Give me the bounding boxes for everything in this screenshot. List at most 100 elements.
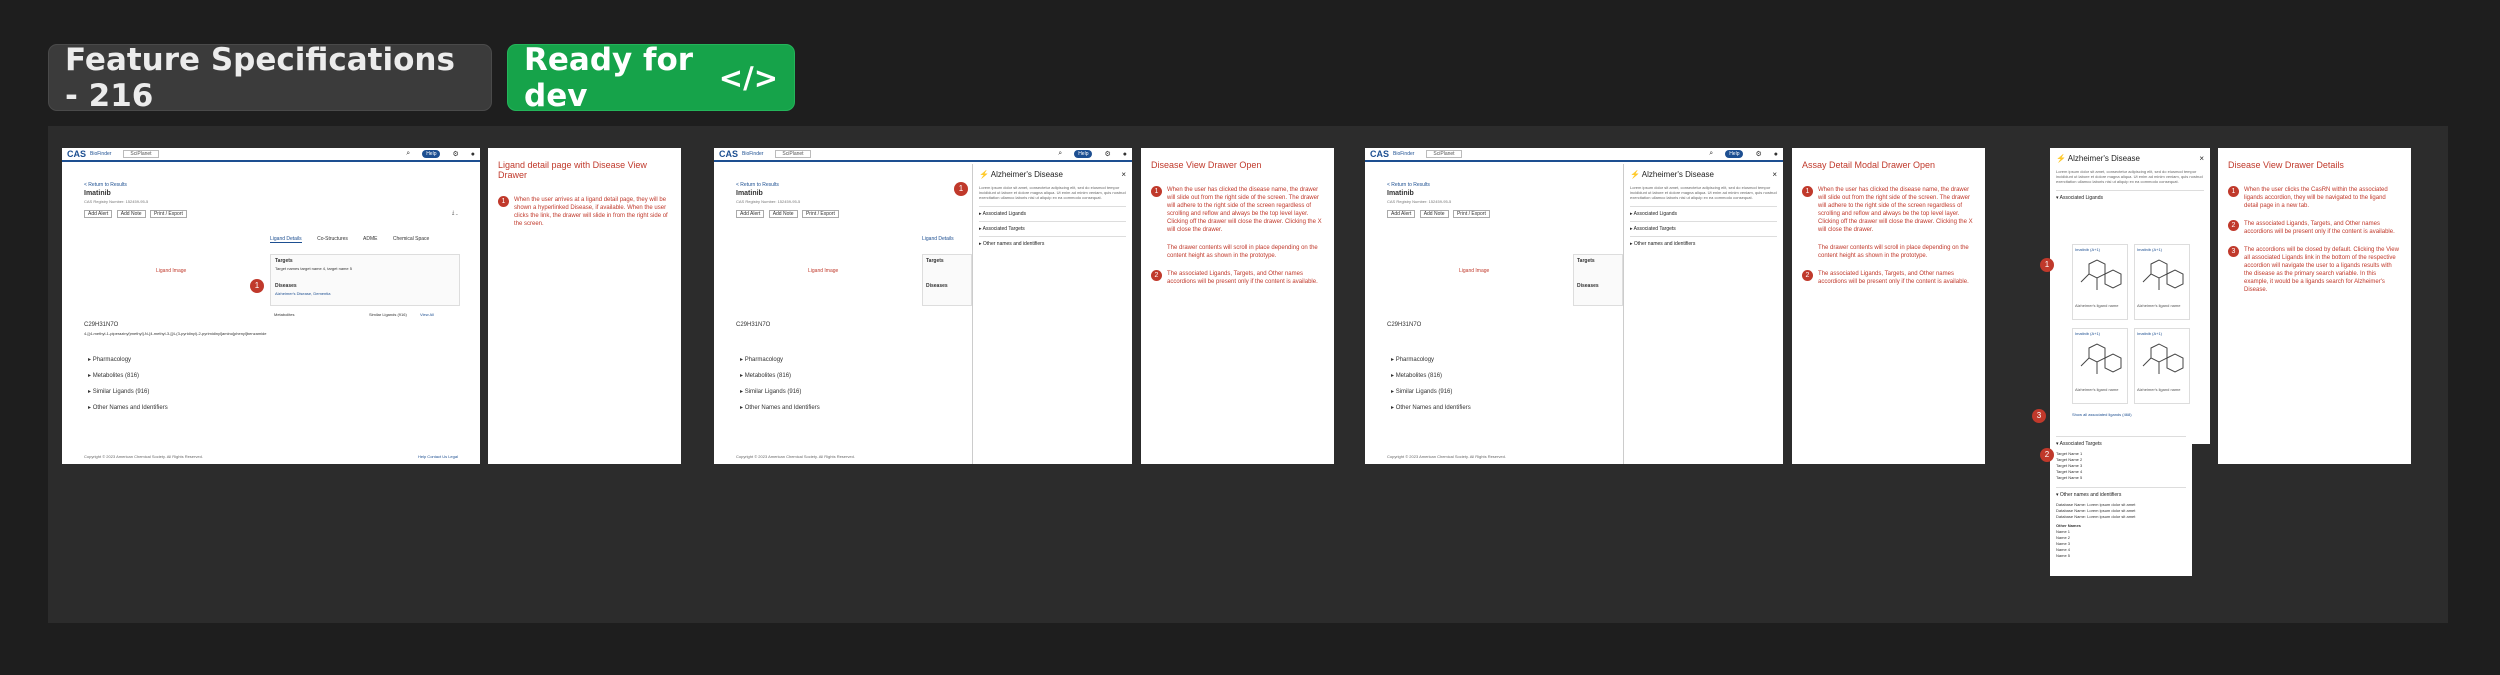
add-note-button[interactable]: Add Note bbox=[116, 210, 146, 218]
user-icon[interactable]: ● bbox=[1774, 151, 1778, 158]
view-all-link[interactable]: View All bbox=[420, 312, 434, 317]
note-item: 1 When the user has clicked the disease … bbox=[1151, 186, 1324, 234]
add-alert-button[interactable]: Add Alert bbox=[736, 210, 765, 218]
app-header: CAS BioFinder SciPlanet ⌕ Help ⚙ ● bbox=[62, 148, 480, 162]
close-icon[interactable]: × bbox=[1121, 170, 1126, 179]
note-text: When the user clicks the CasRN within th… bbox=[2244, 187, 2388, 209]
drawer-section-ligands[interactable]: ▾ Associated Ligands bbox=[2056, 190, 2204, 205]
drawer-section-identifiers[interactable]: ▸ Other names and identifiers bbox=[1630, 236, 1777, 251]
breadcrumb[interactable]: < Return to Results bbox=[1387, 182, 1430, 188]
accordion-pharmacology[interactable]: ▸ Pharmacology bbox=[88, 356, 168, 363]
drawer-section-identifiers[interactable]: ▸ Other names and identifiers bbox=[979, 236, 1126, 251]
tab-chemical-space[interactable]: Chemical Space bbox=[393, 236, 429, 242]
drawer-section-identifiers[interactable]: ▾ Other names and identifiers bbox=[2056, 487, 2186, 502]
search-icon[interactable]: ⌕ bbox=[406, 150, 410, 158]
add-note-button[interactable]: Add Note bbox=[768, 210, 798, 218]
ligand-card[interactable]: Imatinib (A+1) Alzheimer's ligand name bbox=[2072, 328, 2128, 404]
accordion-other-names[interactable]: ▸ Other Names and Identifiers bbox=[88, 404, 168, 411]
close-icon[interactable]: × bbox=[2199, 154, 2204, 163]
accordion-pharmacology[interactable]: ▸ Pharmacology bbox=[740, 356, 820, 363]
detail-tabs: Ligand Details Co-Structures ADME Chemic… bbox=[270, 236, 429, 243]
note-text: The drawer contents will scroll in place… bbox=[1818, 245, 1969, 259]
help-button[interactable]: Help bbox=[422, 150, 441, 158]
search-icon[interactable]: ⌕ bbox=[1709, 150, 1713, 158]
tab-co-structures[interactable]: Co-Structures bbox=[317, 236, 348, 242]
drawer-detail-frame-bottom[interactable]: ▾ Associated Targets Target Name 1 Targe… bbox=[2050, 430, 2192, 576]
breadcrumb[interactable]: < Return to Results bbox=[84, 182, 127, 188]
drawer-section-targets[interactable]: ▸ Associated Targets bbox=[979, 221, 1126, 236]
note-item: 1 When the user has clicked the disease … bbox=[1802, 186, 1975, 234]
accordion-similar-ligands[interactable]: ▸ Similar Ligands (916) bbox=[740, 388, 820, 395]
note-text: The associated Ligands, Targets, and Oth… bbox=[2244, 221, 2395, 235]
note-item: 3 The accordions will be closed by defau… bbox=[2228, 246, 2401, 294]
ligand-detail-frame[interactable]: CAS BioFinder SciPlanet ⌕ Help ⚙ ● < Ret… bbox=[62, 148, 480, 464]
print-export-button[interactable]: Print / Export bbox=[149, 210, 187, 218]
ligand-card[interactable]: Imatinib (A+1) Alzheimer's ligand name bbox=[2134, 328, 2190, 404]
drawer-description: Lorem ipsum dolor sit amet, consectetur … bbox=[1630, 185, 1777, 200]
ligand-image-placeholder: Ligand Image bbox=[808, 268, 839, 274]
accordion-other-names[interactable]: ▸ Other Names and Identifiers bbox=[740, 404, 820, 411]
note-text: The accordions will be closed by default… bbox=[2244, 247, 2399, 293]
diseases-label: Diseases bbox=[926, 283, 948, 289]
user-icon[interactable]: ● bbox=[471, 151, 475, 158]
targets-label: Targets bbox=[926, 258, 944, 264]
accordion-metabolites[interactable]: ▸ Metabolites (816) bbox=[1391, 372, 1471, 379]
help-button[interactable]: Help bbox=[1725, 150, 1744, 158]
download-icon[interactable]: ⤓ ⌄ bbox=[452, 210, 458, 216]
settings-icon[interactable]: ⚙ bbox=[452, 150, 458, 158]
note-item: 1 When the user arrives at a ligand deta… bbox=[498, 196, 671, 228]
ligand-casrn-link[interactable]: Imatinib (A+1) bbox=[2073, 245, 2127, 254]
drawer-header: ⚡ Alzheimer's Disease × bbox=[979, 170, 1126, 179]
user-icon[interactable]: ● bbox=[1123, 151, 1127, 158]
ready-for-dev-badge[interactable]: Ready for dev </> bbox=[507, 42, 795, 114]
tab-ligand-details[interactable]: Ligand Details bbox=[270, 236, 302, 243]
ligand-image-placeholder: Ligand Image bbox=[156, 268, 187, 274]
print-export-button[interactable]: Print / Export bbox=[801, 210, 839, 218]
breadcrumb[interactable]: < Return to Results bbox=[736, 182, 779, 188]
identifier-list: Database Name: Lorem ipsum dolor sit ame… bbox=[2056, 502, 2186, 559]
help-button[interactable]: Help bbox=[1074, 150, 1093, 158]
tab-adme[interactable]: ADME bbox=[363, 236, 377, 242]
drawer-section-ligands[interactable]: ▸ Associated Ligands bbox=[979, 206, 1126, 221]
note-number: 2 bbox=[1802, 270, 1813, 281]
accordion-similar-ligands[interactable]: ▸ Similar Ligands (916) bbox=[88, 388, 168, 395]
diseases-link[interactable]: Alzheimer's Disease, Dementia bbox=[275, 291, 330, 296]
add-alert-button[interactable]: Add Alert bbox=[1387, 210, 1416, 218]
product-picker[interactable]: SciPlanet bbox=[775, 150, 811, 158]
note-number: 2 bbox=[2228, 220, 2239, 231]
drawer-section-targets[interactable]: ▾ Associated Targets bbox=[2056, 436, 2186, 451]
accordion-other-names[interactable]: ▸ Other Names and Identifiers bbox=[1391, 404, 1471, 411]
accordion-similar-ligands[interactable]: ▸ Similar Ligands (916) bbox=[1391, 388, 1471, 395]
accordion-metabolites[interactable]: ▸ Metabolites (816) bbox=[740, 372, 820, 379]
product-picker[interactable]: SciPlanet bbox=[123, 150, 159, 158]
search-icon[interactable]: ⌕ bbox=[1058, 150, 1062, 158]
drawer-section-targets[interactable]: ▸ Associated Targets bbox=[1630, 221, 1777, 236]
ligand-casrn-link[interactable]: Imatinib (A+1) bbox=[2073, 329, 2127, 338]
assay-drawer-frame[interactable]: CAS BioFinder SciPlanet ⌕ Help ⚙ ● < Ret… bbox=[1365, 148, 1783, 464]
tab-ligand-details[interactable]: Ligand Details bbox=[922, 236, 954, 242]
annotation-marker-1: 1 bbox=[2040, 258, 2054, 272]
add-alert-button[interactable]: Add Alert bbox=[84, 210, 113, 218]
show-all-ligands-link[interactable]: Show all associated ligands (468) bbox=[2072, 412, 2132, 417]
add-note-button[interactable]: Add Note bbox=[1419, 210, 1449, 218]
footer-links[interactable]: Help Contact Us Legal bbox=[418, 454, 458, 459]
ligand-casrn-link[interactable]: Imatinib (A+1) bbox=[2135, 245, 2189, 254]
compound-title: Imatinib bbox=[736, 190, 763, 197]
drawer-detail-frame-top[interactable]: ⚡ Alzheimer's Disease × Lorem ipsum dolo… bbox=[2050, 148, 2210, 444]
print-export-button[interactable]: Print / Export bbox=[1452, 210, 1490, 218]
accordion-pharmacology[interactable]: ▸ Pharmacology bbox=[1391, 356, 1471, 363]
ligand-card[interactable]: Imatinib (A+1) Alzheimer's ligand name bbox=[2134, 244, 2190, 320]
product-picker[interactable]: SciPlanet bbox=[1426, 150, 1462, 158]
ligand-casrn-link[interactable]: Imatinib (A+1) bbox=[2135, 329, 2189, 338]
ligand-card[interactable]: Imatinib (A+1) Alzheimer's ligand name bbox=[2072, 244, 2128, 320]
drawer-section-ligands[interactable]: ▸ Associated Ligands bbox=[1630, 206, 1777, 221]
settings-icon[interactable]: ⚙ bbox=[1104, 150, 1110, 158]
disease-drawer-frame[interactable]: CAS BioFinder SciPlanet ⌕ Help ⚙ ● < Ret… bbox=[714, 148, 1132, 464]
targets-value: Target names target name 4, target name … bbox=[275, 266, 352, 271]
close-icon[interactable]: × bbox=[1772, 170, 1777, 179]
settings-icon[interactable]: ⚙ bbox=[1755, 150, 1761, 158]
drawer-title: Alzheimer's Disease bbox=[990, 170, 1063, 179]
molecular-formula: C29H31N7O bbox=[1387, 322, 1422, 328]
notes-panel-4: Disease View Drawer Details 1 When the u… bbox=[2218, 148, 2411, 464]
accordion-metabolites[interactable]: ▸ Metabolites (816) bbox=[88, 372, 168, 379]
